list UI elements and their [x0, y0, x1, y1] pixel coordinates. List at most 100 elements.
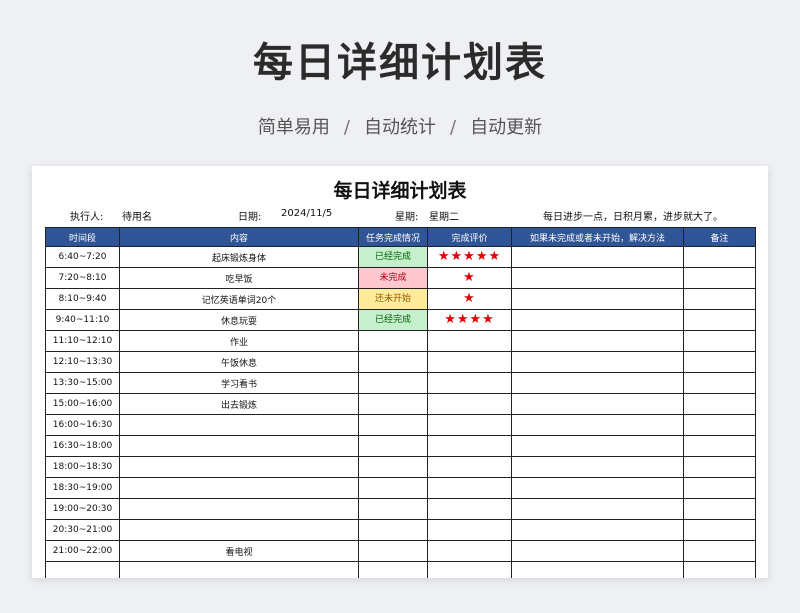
cell-solution[interactable] [511, 498, 684, 520]
cell-rating[interactable] [427, 498, 512, 520]
cell-solution[interactable] [511, 414, 684, 436]
cell-rating[interactable] [427, 372, 512, 394]
cell-time[interactable]: 8:10~9:40 [45, 288, 120, 310]
cell-content[interactable] [119, 456, 359, 478]
weekday-value[interactable]: 星期二 [429, 208, 459, 223]
cell-note[interactable] [683, 372, 756, 394]
cell-solution[interactable] [511, 393, 684, 415]
cell-status[interactable] [358, 561, 428, 578]
cell-rating[interactable] [427, 456, 512, 478]
cell-status[interactable] [358, 540, 428, 562]
cell-content[interactable]: 记忆英语单词20个 [119, 288, 359, 310]
cell-rating[interactable] [427, 351, 512, 373]
cell-rating[interactable] [427, 540, 512, 562]
cell-content[interactable]: 吃早饭 [119, 267, 359, 289]
cell-solution[interactable] [511, 519, 684, 541]
cell-status[interactable] [358, 519, 428, 541]
cell-rating[interactable]: ★★★★ [427, 309, 512, 331]
cell-solution[interactable] [511, 288, 684, 310]
cell-content[interactable] [119, 519, 359, 541]
cell-content[interactable]: 起床锻炼身体 [119, 246, 359, 268]
cell-rating[interactable] [427, 519, 512, 541]
cell-content[interactable]: 午饭休息 [119, 351, 359, 373]
cell-time[interactable]: 15:00~16:00 [45, 393, 120, 415]
cell-note[interactable] [683, 519, 756, 541]
cell-time[interactable]: 13:30~15:00 [45, 372, 120, 394]
cell-content[interactable] [119, 414, 359, 436]
cell-solution[interactable] [511, 540, 684, 562]
cell-content[interactable] [119, 561, 359, 578]
cell-note[interactable] [683, 456, 756, 478]
cell-time[interactable]: 11:10~12:10 [45, 330, 120, 352]
cell-time[interactable]: 21:00~22:00 [45, 540, 120, 562]
executor-value[interactable]: 待用名 [122, 208, 152, 223]
cell-solution[interactable] [511, 477, 684, 499]
cell-status[interactable] [358, 498, 428, 520]
cell-note[interactable] [683, 393, 756, 415]
cell-rating[interactable]: ★★★★★ [427, 246, 512, 268]
cell-note[interactable] [683, 330, 756, 352]
cell-solution[interactable] [511, 330, 684, 352]
cell-time[interactable]: 16:30~18:00 [45, 435, 120, 457]
cell-status[interactable] [358, 330, 428, 352]
status-badge: 已经完成 [374, 315, 411, 325]
cell-solution[interactable] [511, 561, 684, 578]
cell-solution[interactable] [511, 267, 684, 289]
cell-status[interactable] [358, 393, 428, 415]
cell-note[interactable] [683, 351, 756, 373]
cell-rating[interactable] [427, 477, 512, 499]
cell-note[interactable] [683, 309, 756, 331]
cell-rating[interactable]: ★ [427, 267, 512, 289]
cell-status[interactable]: 已经完成 [358, 246, 428, 268]
cell-solution[interactable] [511, 309, 684, 331]
cell-content[interactable]: 看电视 [119, 540, 359, 562]
cell-solution[interactable] [511, 351, 684, 373]
cell-time[interactable]: 6:40~7:20 [45, 246, 120, 268]
cell-status[interactable] [358, 435, 428, 457]
cell-time[interactable]: 12:10~13:30 [45, 351, 120, 373]
cell-note[interactable] [683, 498, 756, 520]
cell-rating[interactable] [427, 435, 512, 457]
cell-status[interactable]: 已经完成 [358, 309, 428, 331]
cell-status[interactable]: 未完成 [358, 267, 428, 289]
cell-time[interactable]: 18:00~18:30 [45, 456, 120, 478]
cell-content[interactable]: 作业 [119, 330, 359, 352]
cell-status[interactable] [358, 351, 428, 373]
cell-status[interactable] [358, 477, 428, 499]
cell-rating[interactable] [427, 414, 512, 436]
cell-note[interactable] [683, 477, 756, 499]
cell-content[interactable] [119, 435, 359, 457]
cell-solution[interactable] [511, 372, 684, 394]
cell-time[interactable] [45, 561, 120, 578]
cell-rating[interactable]: ★ [427, 288, 512, 310]
cell-rating[interactable] [427, 330, 512, 352]
cell-time[interactable]: 18:30~19:00 [45, 477, 120, 499]
cell-time[interactable]: 9:40~11:10 [45, 309, 120, 331]
cell-status[interactable] [358, 414, 428, 436]
cell-content[interactable]: 学习看书 [119, 372, 359, 394]
cell-time[interactable]: 16:00~16:30 [45, 414, 120, 436]
cell-status[interactable] [358, 372, 428, 394]
cell-content[interactable]: 休息玩耍 [119, 309, 359, 331]
cell-rating[interactable] [427, 561, 512, 578]
cell-content[interactable]: 出去锻炼 [119, 393, 359, 415]
cell-content[interactable] [119, 477, 359, 499]
cell-status[interactable] [358, 456, 428, 478]
cell-solution[interactable] [511, 246, 684, 268]
cell-note[interactable] [683, 288, 756, 310]
cell-note[interactable] [683, 540, 756, 562]
cell-time[interactable]: 7:20~8:10 [45, 267, 120, 289]
cell-note[interactable] [683, 246, 756, 268]
cell-time[interactable]: 19:00~20:30 [45, 498, 120, 520]
cell-status[interactable]: 还未开始 [358, 288, 428, 310]
cell-note[interactable] [683, 414, 756, 436]
cell-solution[interactable] [511, 456, 684, 478]
cell-note[interactable] [683, 561, 756, 578]
cell-note[interactable] [683, 267, 756, 289]
cell-time[interactable]: 20:30~21:00 [45, 519, 120, 541]
cell-content[interactable] [119, 498, 359, 520]
cell-solution[interactable] [511, 435, 684, 457]
date-value[interactable]: 2024/11/5 [281, 208, 332, 219]
cell-note[interactable] [683, 435, 756, 457]
cell-rating[interactable] [427, 393, 512, 415]
